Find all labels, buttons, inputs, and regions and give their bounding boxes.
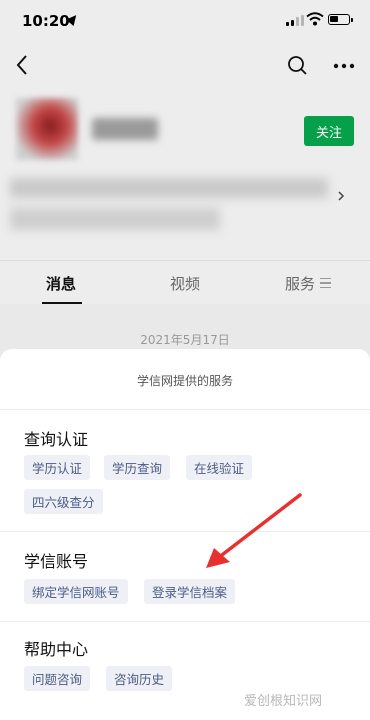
chevron-right-icon[interactable] [336,190,346,202]
follow-button[interactable]: 关注 [304,116,354,146]
back-icon[interactable] [12,52,34,78]
status-bar: 10:20 [0,0,370,44]
watermark: 爱创根知识网 [244,694,323,709]
account-description-blurred-line2 [10,208,220,230]
section-title-verification: 查询认证 [24,430,89,449]
avatar[interactable] [16,98,78,160]
service-item-bind-account[interactable]: 绑定学信网账号 [24,579,128,604]
battery-icon [328,14,353,25]
divider [0,531,370,532]
section-title-help: 帮助中心 [24,640,89,659]
status-time: 10:20 [22,12,70,30]
service-item-online-verification[interactable]: 在线验证 [186,455,253,480]
tab-services[interactable]: 服务 [285,273,315,294]
account-description-blurred [10,178,328,198]
service-item-degree-query[interactable]: 学历查询 [104,455,171,480]
service-item-consult-history[interactable]: 咨询历史 [106,666,173,691]
service-item-degree-certification[interactable]: 学历认证 [24,455,91,480]
more-icon[interactable] [332,54,356,78]
nav-bar [0,44,370,90]
wifi-icon [306,12,324,26]
divider [0,621,370,622]
section-title-account: 学信账号 [24,552,89,571]
service-item-ask-question[interactable]: 问题咨询 [24,666,91,691]
active-tab-indicator [42,302,82,304]
sheet-title: 学信网提供的服务 [136,374,233,388]
service-item-login-archive[interactable]: 登录学信档案 [144,579,236,604]
services-sheet: 学信网提供的服务 查询认证 学历认证 学历查询 在线验证 四六级查分 学信账号 … [0,349,370,720]
annotation-arrow [206,493,302,568]
account-name-blurred [92,118,158,140]
divider [0,409,370,410]
tab-videos[interactable]: 视频 [170,273,200,294]
service-item-cet-score[interactable]: 四六级查分 [24,489,103,514]
message-date: 2021年5月17日 [140,333,230,347]
menu-icon [320,278,331,288]
tab-messages[interactable]: 消息 [46,273,76,294]
search-icon[interactable] [286,54,310,78]
tab-bar: 消息 视频 服务 [0,260,370,304]
account-profile: 关注 [0,90,370,260]
